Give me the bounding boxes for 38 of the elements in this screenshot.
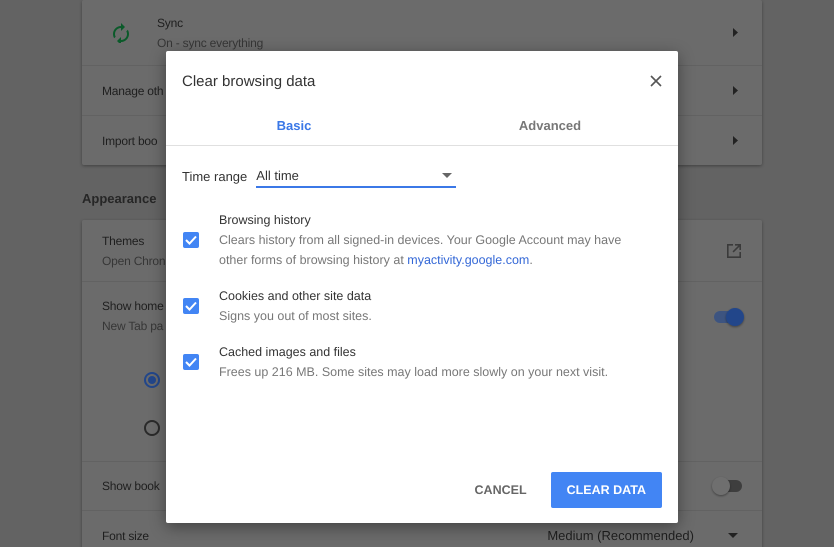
- option-title: Cached images and files: [219, 344, 357, 361]
- time-range-select[interactable]: All time: [256, 164, 456, 188]
- setting-title: Show home: [102, 298, 164, 315]
- option-description: Signs you out of most sites.: [219, 308, 373, 325]
- dropdown-icon[interactable]: [728, 533, 738, 538]
- arrow-right-icon: [733, 86, 738, 95]
- toggle-switch[interactable]: [714, 311, 742, 323]
- tab[interactable]: Advanced: [422, 105, 678, 145]
- close-button[interactable]: [648, 73, 664, 89]
- activity-link[interactable]: myactivity.google.com: [407, 253, 530, 267]
- option-description: Clears history from all signed-in devices. Your Google Account may have other forms of browsing history at myactivity.google.com.: [219, 232, 622, 269]
- checkbox[interactable]: [183, 298, 199, 314]
- option-title: Browsing history: [219, 212, 312, 229]
- checkbox[interactable]: [183, 354, 199, 370]
- dropdown-icon[interactable]: [442, 172, 452, 178]
- section-heading: Appearance: [82, 191, 156, 206]
- radio-button[interactable]: [144, 372, 160, 388]
- external-link-icon[interactable]: [726, 242, 742, 258]
- tab[interactable]: Basic: [166, 105, 422, 145]
- setting-title: Sync: [157, 14, 183, 32]
- radio-button[interactable]: [144, 420, 160, 436]
- sync-icon: [112, 22, 130, 42]
- setting-title: Font size: [102, 528, 149, 544]
- setting-title: Manage oth: [102, 82, 164, 100]
- field-label: Time range: [182, 168, 248, 184]
- cancel-button[interactable]: CANCEL: [458, 472, 543, 508]
- clear-data-button[interactable]: CLEAR DATA: [550, 472, 662, 508]
- arrow-right-icon: [733, 28, 738, 37]
- option-title: Cookies and other site data: [219, 288, 372, 305]
- dialog-title: Clear browsing data: [182, 72, 316, 90]
- option-description: Frees up 216 MB. Some sites may load more slowly on your next visit.: [219, 364, 610, 381]
- toggle-switch[interactable]: [714, 480, 742, 492]
- setting-title: Themes: [102, 232, 144, 250]
- setting-title: Show book: [102, 478, 160, 495]
- setting-title: Import boo: [102, 132, 158, 150]
- arrow-right-icon: [733, 136, 738, 145]
- select-value[interactable]: Medium (Recommended): [547, 528, 694, 543]
- checkbox[interactable]: [183, 232, 199, 248]
